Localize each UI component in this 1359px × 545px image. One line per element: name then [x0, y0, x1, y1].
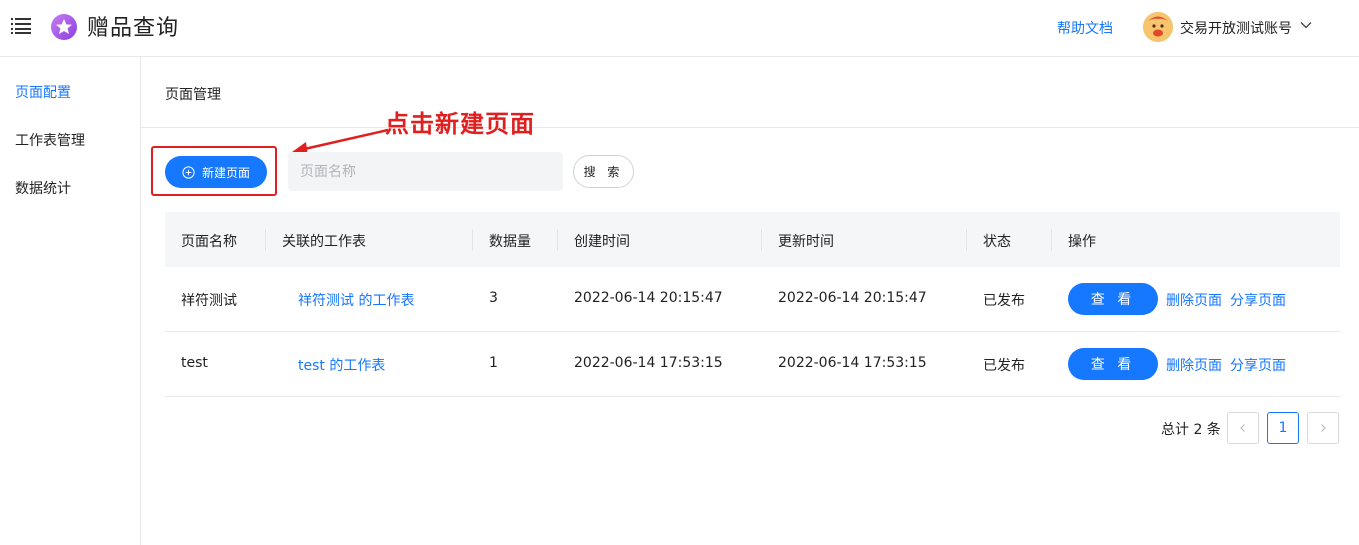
table-row: test test 的工作表 1 2022-06-14 17:53:15 202…: [165, 332, 1340, 397]
cell-updated: 2022-06-14 17:53:15: [778, 355, 927, 371]
cell-page-name: 祥符测试: [181, 293, 237, 309]
plus-circle-icon: [182, 165, 195, 179]
column-header-created: 创建时间: [574, 234, 630, 250]
prev-page-button[interactable]: [1227, 412, 1259, 444]
cell-sheet-link[interactable]: test 的工作表: [298, 355, 385, 375]
sidebar-item-sheet-management[interactable]: 工作表管理: [15, 130, 85, 150]
help-docs-link[interactable]: 帮助文档: [1057, 18, 1113, 38]
sidebar-item-data-stats[interactable]: 数据统计: [15, 178, 71, 198]
share-page-link[interactable]: 分享页面: [1230, 290, 1286, 310]
column-header-status: 状态: [983, 234, 1011, 250]
total-count: 总计 2 条: [1161, 422, 1221, 438]
delete-page-link[interactable]: 删除页面: [1166, 290, 1222, 310]
app-logo-icon: [51, 14, 77, 40]
table-header: 页面名称 关联的工作表 数据量 创建时间 更新时间 状态 操作: [165, 212, 1340, 267]
account-name[interactable]: 交易开放测试账号: [1180, 18, 1292, 38]
new-page-button-label: 新建页面: [201, 165, 250, 180]
next-page-button[interactable]: [1307, 412, 1339, 444]
page-name-search-input[interactable]: [288, 152, 563, 191]
sidebar: 页面配置 工作表管理 数据统计: [0, 57, 141, 545]
column-separator: [966, 229, 967, 251]
cell-created: 2022-06-14 20:15:47: [574, 290, 723, 306]
column-header-page-name: 页面名称: [181, 234, 237, 250]
cell-created: 2022-06-14 17:53:15: [574, 355, 723, 371]
share-page-link[interactable]: 分享页面: [1230, 355, 1286, 375]
column-header-count: 数据量: [489, 234, 531, 250]
column-separator: [1051, 229, 1052, 251]
avatar[interactable]: [1143, 12, 1173, 42]
search-button[interactable]: 搜 索: [573, 155, 634, 188]
column-header-actions: 操作: [1068, 234, 1096, 250]
column-separator: [761, 229, 762, 251]
column-separator: [557, 229, 558, 251]
delete-page-link[interactable]: 删除页面: [1166, 355, 1222, 375]
chevron-right-icon: [1321, 424, 1326, 432]
cell-count: 1: [489, 355, 498, 371]
cell-status: 已发布: [983, 293, 1025, 309]
menu-icon[interactable]: [11, 17, 31, 35]
chevron-left-icon: [1240, 424, 1245, 432]
top-header: 赠品查询 帮助文档 交易开放测试账号: [0, 0, 1359, 57]
cell-updated: 2022-06-14 20:15:47: [778, 290, 927, 306]
new-page-button[interactable]: 新建页面: [165, 156, 267, 188]
column-separator: [472, 229, 473, 251]
page-title: 页面管理: [165, 87, 221, 103]
cell-page-name: test: [181, 355, 208, 371]
page-number-button[interactable]: 1: [1267, 412, 1299, 444]
column-header-updated: 更新时间: [778, 234, 834, 250]
annotation-text: 点击新建页面: [385, 110, 535, 138]
table-row: 祥符测试 祥符测试 的工作表 3 2022-06-14 20:15:47 202…: [165, 267, 1340, 332]
view-button[interactable]: 查 看: [1068, 283, 1158, 315]
column-header-sheet: 关联的工作表: [282, 234, 366, 250]
cell-status: 已发布: [983, 358, 1025, 374]
avatar-face-icon: [1143, 12, 1173, 42]
chevron-down-icon[interactable]: [1299, 18, 1313, 32]
app-title: 赠品查询: [87, 16, 180, 41]
cell-count: 3: [489, 290, 498, 306]
view-button[interactable]: 查 看: [1068, 348, 1158, 380]
column-separator: [265, 229, 266, 251]
cell-sheet-link[interactable]: 祥符测试 的工作表: [298, 290, 414, 310]
sidebar-item-page-config[interactable]: 页面配置: [15, 82, 71, 102]
